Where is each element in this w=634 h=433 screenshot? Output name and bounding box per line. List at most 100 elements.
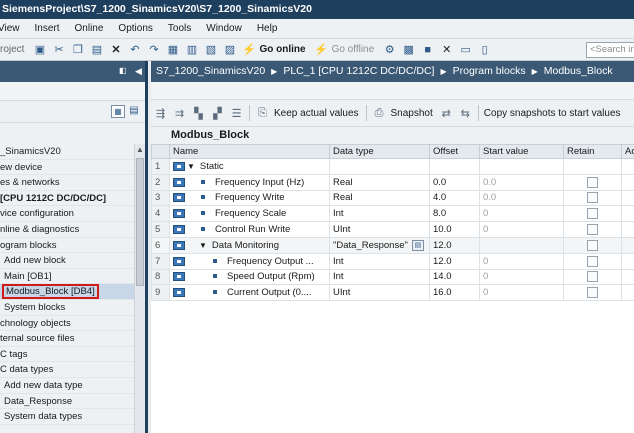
- keep-actual-values-button[interactable]: Keep actual values: [274, 108, 359, 119]
- paste-icon[interactable]: ▤: [89, 42, 104, 57]
- cell-data-type[interactable]: UInt: [329, 221, 430, 238]
- monitor-icon[interactable]: ▩: [401, 42, 416, 57]
- tree-item[interactable]: [CPU 1212C DC/DC/DC]: [0, 191, 134, 207]
- tree-item[interactable]: ternal source files: [0, 331, 134, 347]
- cell-data-type[interactable]: Int: [329, 205, 430, 223]
- cut-icon[interactable]: ✂: [51, 42, 66, 57]
- split-horizontal-icon[interactable]: ▭: [458, 42, 473, 57]
- cell-start-value[interactable]: 0: [479, 252, 564, 270]
- cell-start-value[interactable]: [479, 236, 564, 254]
- keep-actual-icon[interactable]: ⎘: [255, 106, 270, 121]
- cell-start-value[interactable]: 0: [479, 205, 564, 223]
- retain-checkbox[interactable]: [587, 287, 598, 299]
- table-row[interactable]: 1 ▼ Static: [151, 158, 634, 175]
- split-vertical-icon[interactable]: ▯: [477, 42, 492, 57]
- compile-icon[interactable]: ▦: [165, 42, 180, 57]
- scroll-up-icon[interactable]: ▲: [135, 144, 145, 156]
- cell-start-value[interactable]: 0: [479, 268, 564, 286]
- col-header-start-value[interactable]: Start value: [479, 144, 564, 159]
- tree-item[interactable]: ew device: [0, 160, 134, 176]
- cell-start-value[interactable]: 0.0: [479, 173, 564, 191]
- retain-checkbox[interactable]: [587, 271, 598, 283]
- expand-icon[interactable]: ▚: [191, 106, 206, 121]
- cell-data-type[interactable]: [329, 158, 430, 175]
- simulate-icon[interactable]: ▨: [222, 42, 237, 57]
- add-row-icon[interactable]: ⇉: [172, 106, 187, 121]
- cell-start-value[interactable]: 0: [479, 221, 564, 238]
- cell-data-type[interactable]: Int: [329, 268, 430, 286]
- tree-item[interactable]: System blocks: [0, 300, 134, 316]
- snapshot-icon[interactable]: ⎙: [372, 106, 387, 121]
- tree-scrollbar[interactable]: ▲: [134, 144, 145, 433]
- tree-item[interactable]: vice configuration: [0, 206, 134, 222]
- load-snapshot-icon[interactable]: ⇆: [458, 106, 473, 121]
- undo-icon[interactable]: ↶: [127, 42, 142, 57]
- copy-snapshots-button[interactable]: Copy snapshots to start values: [484, 108, 621, 119]
- cell-data-type[interactable]: UInt: [329, 284, 430, 302]
- table-row[interactable]: 2 Frequency Input (Hz) Real 0.0 0.0: [151, 173, 634, 191]
- copy-snapshot-icon[interactable]: ⇄: [439, 106, 454, 121]
- table-row[interactable]: 9 Current Output (0.... UInt 16.0 0: [151, 284, 634, 302]
- table-row[interactable]: 5 Control Run Write UInt 10.0 0: [151, 221, 634, 238]
- col-header-name[interactable]: Name: [169, 144, 330, 159]
- copy-icon[interactable]: ❐: [70, 42, 85, 57]
- tree-item[interactable]: C tags: [0, 347, 134, 363]
- cell-name[interactable]: Frequency Scale: [169, 205, 330, 223]
- breadcrumb-block[interactable]: Modbus_Block: [544, 65, 613, 77]
- insert-row-icon[interactable]: ⇶: [153, 106, 168, 121]
- cell-start-value[interactable]: 0: [479, 284, 564, 302]
- snapshot-button[interactable]: Snapshot: [391, 108, 433, 119]
- cell-data-type[interactable]: Real: [329, 173, 430, 191]
- cell-name[interactable]: Frequency Input (Hz): [169, 173, 330, 191]
- col-header-data-type[interactable]: Data type: [329, 144, 430, 159]
- cell-name[interactable]: Current Output (0....: [169, 284, 330, 302]
- menu-view[interactable]: View: [0, 23, 20, 34]
- upload-icon[interactable]: ▧: [203, 42, 218, 57]
- accessible-devices-icon[interactable]: ⚙: [382, 42, 397, 57]
- tree-item[interactable]: nline & diagnostics: [0, 222, 134, 238]
- overview-icon[interactable]: ▦: [111, 105, 125, 118]
- col-header-offset[interactable]: Offset: [429, 144, 480, 159]
- menu-window[interactable]: Window: [206, 23, 242, 34]
- cell-start-value[interactable]: [479, 158, 564, 175]
- tree-item[interactable]: C data types: [0, 362, 134, 378]
- expand-triangle-icon[interactable]: ▼: [187, 162, 195, 171]
- retain-checkbox[interactable]: [587, 208, 598, 220]
- cell-name[interactable]: Frequency Write: [169, 189, 330, 207]
- go-offline-button[interactable]: Go offline: [332, 44, 375, 55]
- menu-help[interactable]: Help: [257, 23, 278, 34]
- scroll-thumb[interactable]: [136, 158, 144, 286]
- go-online-icon[interactable]: ⚡: [241, 42, 256, 57]
- retain-checkbox[interactable]: [587, 192, 598, 204]
- go-online-button[interactable]: Go online: [259, 44, 305, 55]
- retain-checkbox[interactable]: [587, 224, 598, 236]
- tree-item[interactable]: ogram blocks: [0, 238, 134, 254]
- tree-item[interactable]: Main [OB1]: [0, 269, 134, 285]
- cell-name[interactable]: ▼ Static: [169, 158, 330, 175]
- tree-item[interactable]: es & networks: [0, 175, 134, 191]
- retain-checkbox[interactable]: [587, 255, 598, 267]
- list-icon[interactable]: ☰: [229, 106, 244, 121]
- cell-data-type[interactable]: "Data_Response" ▤: [329, 236, 430, 254]
- tree-item[interactable]: Data_Response: [0, 394, 134, 410]
- cell-name[interactable]: Frequency Output ...: [169, 252, 330, 270]
- breadcrumb-program-blocks[interactable]: Program blocks: [453, 65, 526, 77]
- pin-icon[interactable]: ◧: [119, 66, 129, 76]
- menu-tools[interactable]: Tools: [168, 23, 191, 34]
- tree-item[interactable]: _SinamicsV20: [0, 144, 134, 160]
- breadcrumb-plc[interactable]: PLC_1 [CPU 1212C DC/DC/DC]: [283, 65, 434, 77]
- search-input[interactable]: <Search in: [586, 42, 634, 58]
- cell-name[interactable]: Control Run Write: [169, 221, 330, 238]
- table-row[interactable]: 4 Frequency Scale Int 8.0 0: [151, 205, 634, 223]
- expand-triangle-icon[interactable]: ▼: [199, 241, 207, 250]
- cell-data-type[interactable]: Real: [329, 189, 430, 207]
- table-row[interactable]: 6 ▼ Data Monitoring "Data_Response" ▤ 12.0: [151, 236, 634, 254]
- menu-options[interactable]: Options: [118, 23, 152, 34]
- tree-item[interactable]: Modbus_Block [DB4]: [0, 284, 134, 300]
- col-header-retain[interactable]: Retain: [563, 144, 622, 159]
- download-icon[interactable]: ▥: [184, 42, 199, 57]
- breadcrumb-project[interactable]: S7_1200_SinamicsV20: [156, 65, 265, 77]
- stop-cpu-icon[interactable]: ■: [420, 42, 435, 57]
- menu-insert[interactable]: Insert: [35, 23, 60, 34]
- retain-checkbox[interactable]: [587, 176, 598, 188]
